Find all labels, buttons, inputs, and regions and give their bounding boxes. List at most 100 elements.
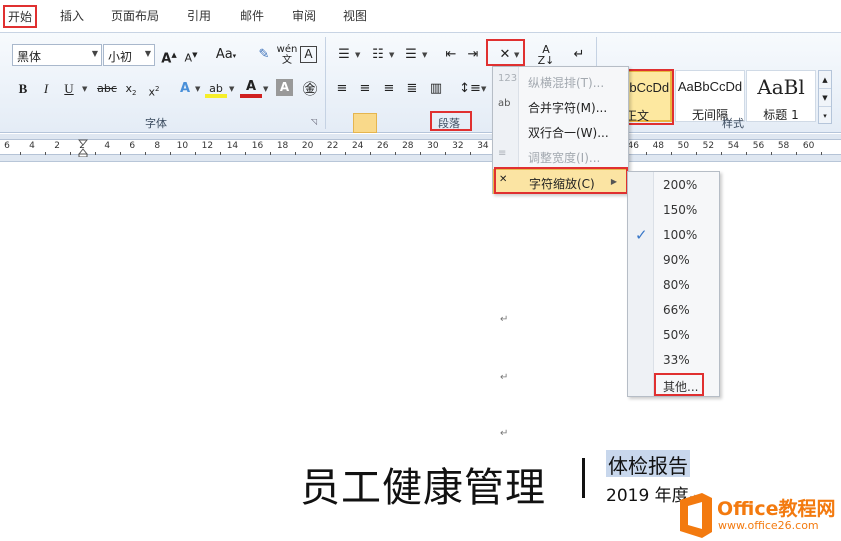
ruler-tick [69,152,71,155]
font-family-combo[interactable]: 黑体 ▼ [12,44,102,66]
align-right-icon[interactable]: ≡ [378,78,400,100]
char-border-glyph: A [304,47,313,61]
sort-icon[interactable]: A Z↓ [535,44,557,66]
ruler-number: 34 [477,141,489,151]
scaling-option-label: 50% [663,328,690,342]
menu-item-two-lines-in-one[interactable]: 双行合一(W)... [493,119,628,144]
ruler-tick [295,152,297,155]
font-color-icon[interactable]: A [240,78,262,98]
clear-format-icon[interactable]: ✎ [253,44,275,66]
menu-item-label: 合并字符(M)... [528,101,608,115]
tab-view[interactable]: 视图 [343,7,367,24]
subscript-icon[interactable]: x2 [120,78,142,100]
highlight-icon[interactable]: ab [205,78,227,98]
menu-item-label: 纵横混排(T)... [528,76,605,90]
chevron-down-icon[interactable]: ▼ [355,51,360,59]
scaling-option-label: 33% [663,353,690,367]
ribbon-tab-bar: 开始 插入 页面布局 引用 邮件 审阅 视图 [0,0,841,33]
font-size-combo[interactable]: 小初 ▼ [103,44,155,66]
chevron-down-icon[interactable]: ▼ [389,51,394,59]
change-case-icon[interactable]: Aa▾ [212,44,240,66]
superscript-icon[interactable]: x2 [143,78,165,100]
chevron-down-icon[interactable]: ▼ [263,85,268,93]
char-shading-icon[interactable]: A [276,79,293,96]
menu-item-vertical-horizontal[interactable]: 123 纵横混排(T)... [493,69,628,94]
grow-font-icon[interactable]: A▲ [158,44,180,66]
document-subtitle-selected[interactable]: 体检报告 [606,450,690,478]
styles-gallery-scroll[interactable]: ▲ ▼ ▾ [818,70,832,124]
font-dialog-launcher-icon[interactable]: ◹ [311,117,317,126]
strikethrough-icon[interactable]: abc [94,78,120,100]
text-effect-icon[interactable]: A [174,78,196,100]
chevron-down-icon[interactable]: ▼ [422,51,427,59]
ruler-number: 14 [226,141,239,151]
ruler-tick [219,152,221,155]
scaling-option[interactable]: 80% [628,273,719,298]
tab-references[interactable]: 引用 [187,7,211,24]
show-marks-icon[interactable]: ↵ [568,44,590,66]
more-styles-icon[interactable]: ▾ [819,107,831,125]
scroll-down-icon[interactable]: ▼ [819,89,831,107]
enclose-char-icon[interactable]: ㊎ [299,78,321,100]
increase-indent-icon[interactable]: ⇥ [462,44,484,66]
multilevel-list-icon[interactable]: ☰ [400,44,422,66]
line-spacing-icon[interactable]: ↕≡ [459,78,481,100]
ruler-number: 22 [326,141,339,151]
ruler-number: 20 [301,141,314,151]
menu-item-combine-characters[interactable]: ab 合并字符(M)... [493,94,628,119]
font-group-label: 字体 [145,117,167,130]
chevron-down-icon[interactable]: ▼ [92,49,98,58]
document-title[interactable]: 员工健康管理 [300,455,546,513]
tab-home[interactable]: 开始 [3,5,38,28]
char-border-icon[interactable]: A [300,46,317,63]
chevron-down-icon[interactable]: ▼ [481,85,486,93]
bold-icon[interactable]: B [12,78,34,100]
justify-icon[interactable]: ≣ [401,78,423,100]
ruler-number: 30 [427,141,439,151]
chevron-down-icon[interactable]: ▼ [82,85,87,93]
menu-item-label: 双行合一(W)... [528,126,609,140]
underline-icon[interactable]: U [58,78,80,100]
scaling-option[interactable]: 66% [628,298,719,323]
font-size-value: 小初 [108,50,133,64]
chevron-down-icon[interactable]: ▼ [195,85,200,93]
scaling-option-label: 90% [663,253,690,267]
scaling-option-checked[interactable]: ✓ 100% [628,223,719,248]
number-direction-icon: 123 [498,73,518,84]
scaling-option-label: 200% [663,178,698,192]
tab-review[interactable]: 审阅 [292,7,316,24]
group-divider [325,37,326,129]
combine-chars-icon: ab [498,98,511,109]
style-heading-1[interactable]: AaBl 标题 1 [746,70,816,122]
ruler-tick [796,152,798,155]
bullets-icon[interactable]: ☰ [333,44,355,66]
scaling-option-label: 100% [663,228,698,242]
italic-icon[interactable]: I [35,78,57,100]
scaling-option[interactable]: 50% [628,323,719,348]
ruler-tick [821,152,823,155]
tab-page-layout[interactable]: 页面布局 [111,7,159,24]
menu-item-fit-text[interactable]: ≡ 调整宽度(I)... [493,144,628,169]
ruler-tick [19,152,21,155]
phonetic-guide-icon[interactable]: wén 文 [276,44,298,66]
align-center-icon[interactable]: ≡ [354,78,376,100]
ruler-tick [695,152,697,155]
tab-mailings[interactable]: 邮件 [240,7,264,24]
align-left-icon[interactable]: ≡ [331,78,353,100]
distributed-icon[interactable]: ▥ [425,78,447,100]
tab-insert[interactable]: 插入 [60,7,84,24]
scaling-option[interactable]: 200% [628,173,719,198]
indent-marker-icon[interactable] [78,139,88,157]
chevron-down-icon[interactable]: ▼ [229,85,234,93]
scaling-option[interactable]: 33% [628,348,719,373]
style-sample: AaBl [757,75,805,99]
scroll-up-icon[interactable]: ▲ [819,71,831,89]
shrink-font-icon[interactable]: A▼ [180,44,202,66]
scaling-option[interactable]: 90% [628,248,719,273]
numbering-icon[interactable]: ☷ [367,44,389,66]
scaling-option[interactable]: 150% [628,198,719,223]
chevron-down-icon[interactable]: ▼ [145,49,151,58]
ruler-tick [445,152,447,155]
decrease-indent-icon[interactable]: ⇤ [440,44,462,66]
ruler-tick [270,152,272,155]
